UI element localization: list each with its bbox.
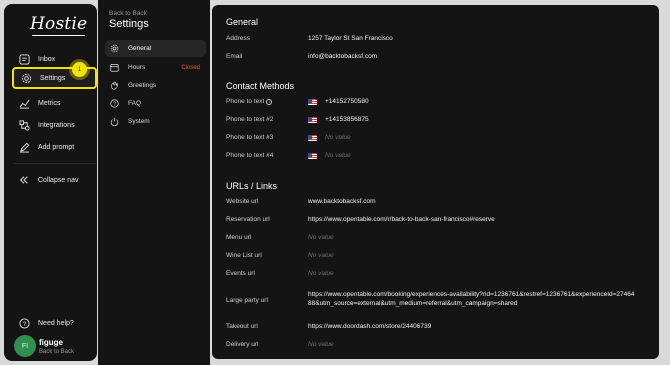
user-restaurant: Back to Back [39, 349, 75, 355]
settings-main-panel: General Address 1257 Taylor St San Franc… [212, 5, 659, 359]
svg-text:?: ? [22, 320, 26, 327]
user-name: figuge [39, 338, 63, 347]
email-value[interactable]: info@backtobacksf.com [308, 53, 377, 60]
nav-label: Integrations [38, 121, 75, 129]
phone1-label: Phone to text i [226, 98, 273, 105]
page-title: Settings [109, 18, 149, 30]
website-url-label: Website url [226, 198, 259, 205]
large-party-url-label: Large party url [226, 297, 268, 304]
phone3-label: Phone to text #3 [226, 134, 274, 141]
gear-icon [109, 44, 119, 54]
calendar-icon [109, 63, 119, 73]
nav-label: Metrics [38, 99, 61, 107]
events-url-label: Events url [226, 270, 255, 277]
main-sidebar: Hostie Inbox Settings 1 Metrics Integrat… [4, 4, 97, 361]
section-title-general: General [226, 17, 259, 27]
nav-item-metrics[interactable]: Metrics [10, 93, 96, 113]
takeout-url-value[interactable]: https://www.doordash.com/store/24406739 [308, 323, 431, 330]
phone3-value[interactable]: No value [325, 134, 351, 141]
chart-icon [18, 97, 30, 109]
nav-item-integrations[interactable]: Integrations [10, 115, 96, 135]
phone1-value[interactable]: +14152750580 [325, 98, 369, 105]
menu-url-value[interactable]: No value [308, 234, 334, 241]
inbox-icon [18, 53, 30, 65]
address-value[interactable]: 1257 Taylor St San Francisco [308, 35, 393, 42]
pencil-icon [18, 141, 30, 153]
reservation-url-label: Reservation url [226, 216, 270, 223]
tab-faq[interactable]: ? FAQ [105, 95, 206, 112]
question-icon: ? [18, 317, 30, 329]
phone4-value[interactable]: No value [325, 152, 351, 159]
sidebar-divider [14, 163, 96, 164]
hours-status-badge: Closed [181, 64, 200, 71]
menu-url-label: Menu url [226, 234, 252, 241]
us-flag-icon [308, 99, 317, 105]
tab-label: System [128, 118, 150, 125]
wine-list-url-value[interactable]: No value [308, 252, 334, 259]
tab-label: Greetings [128, 82, 157, 89]
large-party-url-value[interactable]: https://www.opentable.com/booking/experi… [308, 290, 638, 308]
us-flag-icon [308, 153, 317, 159]
tab-label: Hours [128, 64, 146, 71]
delivery-url-value[interactable]: No value [308, 341, 334, 348]
double-chevron-left-icon [18, 174, 30, 186]
nav-label: Add prompt [38, 143, 75, 151]
wine-list-url-label: Wine List url [226, 252, 262, 259]
phone2-label: Phone to text #2 [226, 116, 274, 123]
collapse-nav-button[interactable]: Collapse nav [10, 170, 96, 190]
tab-general[interactable]: General [105, 40, 206, 57]
hand-wave-icon [109, 81, 119, 91]
step-badge: 1 [72, 62, 87, 77]
need-help-button[interactable]: ? Need help? [10, 313, 96, 333]
website-url-value[interactable]: www.backtobacksf.com [308, 198, 376, 205]
nav-label: Inbox [38, 55, 56, 63]
delivery-url-label: Delivery url [226, 341, 259, 348]
gear-icon [20, 72, 32, 84]
avatar[interactable]: FI [14, 335, 36, 357]
nav-label: Settings [40, 74, 66, 82]
phone2-value[interactable]: +14153856875 [325, 116, 369, 123]
email-label: Email [226, 53, 243, 60]
tab-hours[interactable]: Hours Closed [105, 59, 206, 76]
hostie-logo[interactable]: Hostie [30, 14, 87, 36]
tab-greetings[interactable]: Greetings [105, 77, 206, 94]
help-label: Need help? [38, 319, 74, 327]
phone4-label: Phone to text #4 [226, 152, 274, 159]
events-url-value[interactable]: No value [308, 270, 334, 277]
nav-item-add-prompt[interactable]: Add prompt [10, 137, 96, 157]
phone1-label-text: Phone to text [226, 98, 265, 105]
reservation-url-value[interactable]: https://www.opentable.com/r/back-to-back… [308, 216, 495, 223]
info-icon[interactable]: i [266, 98, 273, 105]
nav-label: Collapse nav [38, 176, 79, 184]
address-label: Address [226, 35, 250, 42]
integrations-icon [18, 119, 30, 131]
tab-label: General [128, 45, 152, 52]
section-title-contact: Contact Methods [226, 81, 295, 91]
power-icon [109, 117, 119, 127]
question-icon: ? [109, 99, 119, 109]
takeout-url-label: Takeout url [226, 323, 258, 330]
tab-label: FAQ [128, 100, 142, 107]
section-title-urls: URLs / Links [226, 181, 278, 191]
us-flag-icon [308, 117, 317, 123]
us-flag-icon [308, 135, 317, 141]
svg-text:?: ? [113, 101, 116, 107]
breadcrumb-back[interactable]: Back to Back [109, 10, 147, 17]
tab-system[interactable]: System [105, 113, 206, 130]
